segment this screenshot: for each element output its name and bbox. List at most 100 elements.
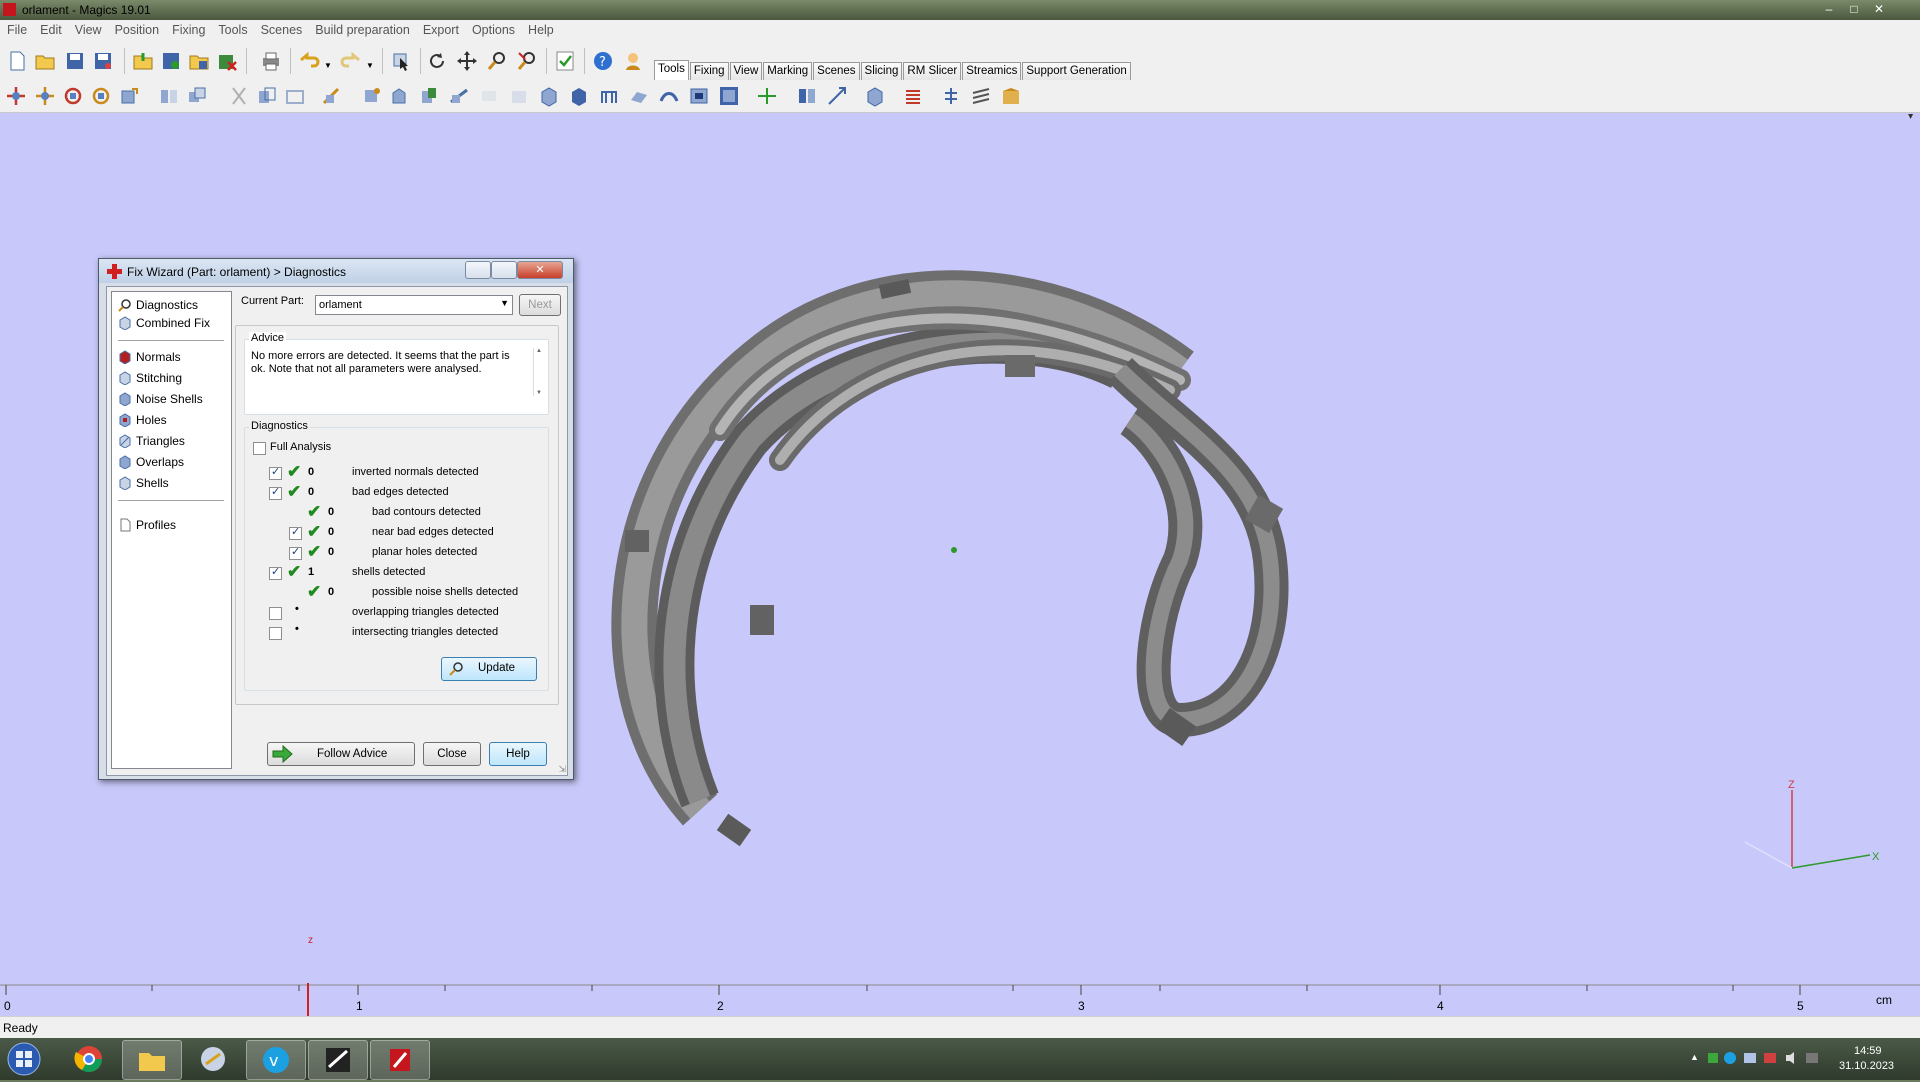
zoom-window-icon[interactable] <box>516 50 538 72</box>
taskbar-app-4[interactable] <box>184 1040 242 1078</box>
smooth-icon[interactable] <box>508 85 530 107</box>
box-icon[interactable] <box>538 85 560 107</box>
menu-edit[interactable]: Edit <box>33 20 68 37</box>
menu-help[interactable]: Help <box>521 20 560 37</box>
taskbar-explorer[interactable] <box>122 1040 182 1080</box>
full-analysis-checkbox[interactable] <box>253 442 266 455</box>
menu-tools[interactable]: Tools <box>211 20 253 37</box>
overlapping-triangles-checkbox[interactable] <box>269 607 282 620</box>
translate-tool-icon[interactable] <box>5 85 27 107</box>
rotate-view-icon[interactable] <box>426 50 448 72</box>
export-platform-icon[interactable] <box>864 85 886 107</box>
nav-shells[interactable]: Shells <box>118 476 169 494</box>
export-part-icon[interactable] <box>188 50 210 72</box>
rotate-part-icon[interactable] <box>62 85 84 107</box>
update-button[interactable]: Update <box>441 657 537 681</box>
translate-to-default-icon[interactable] <box>34 85 56 107</box>
tab-slicing[interactable]: Slicing <box>860 62 903 82</box>
import-part-icon[interactable] <box>132 50 154 72</box>
rotate-interactive-icon[interactable] <box>90 85 112 107</box>
frame-view-icon[interactable] <box>718 85 740 107</box>
nav-combined-fix[interactable]: Combined Fix <box>118 316 210 334</box>
resize-grip-icon[interactable]: ⇲ <box>558 764 566 775</box>
save-part-icon[interactable] <box>160 50 182 72</box>
unload-part-icon[interactable] <box>216 50 238 72</box>
follow-advice-button[interactable]: Follow Advice <box>267 742 415 766</box>
nav-stitching[interactable]: Stitching <box>118 371 182 389</box>
tab-view[interactable]: View <box>729 62 763 82</box>
close-dialog-button[interactable]: Close <box>423 742 481 766</box>
inverted-normals-checkbox[interactable] <box>269 465 282 480</box>
tab-rm-slicer[interactable]: RM Slicer <box>903 62 962 82</box>
menu-file[interactable]: File <box>0 20 33 37</box>
dialog-close-button[interactable]: ✕ <box>517 261 563 279</box>
pan-view-icon[interactable] <box>456 50 478 72</box>
intersecting-triangles-checkbox[interactable] <box>269 627 282 640</box>
maximize-button[interactable]: □ <box>1845 2 1863 16</box>
menu-position[interactable]: Position <box>108 20 165 37</box>
save-as-icon[interactable] <box>92 50 114 72</box>
offset-part-icon[interactable] <box>360 85 382 107</box>
section-icon[interactable] <box>448 85 470 107</box>
planar-holes-checkbox[interactable] <box>289 545 302 560</box>
nav-profiles[interactable]: Profiles <box>118 518 176 536</box>
boolean-icon[interactable] <box>256 85 278 107</box>
hatching-icon[interactable] <box>970 85 992 107</box>
extrude-icon[interactable] <box>388 85 410 107</box>
menu-options[interactable]: Options <box>465 20 521 37</box>
minimize-button[interactable]: – <box>1820 2 1838 16</box>
measure-icon[interactable] <box>320 85 342 107</box>
label-icon[interactable] <box>478 85 500 107</box>
menu-fixing[interactable]: Fixing <box>165 20 211 37</box>
open-folder-icon[interactable] <box>34 50 56 72</box>
tab-fixing[interactable]: Fixing <box>689 62 729 82</box>
duplicate-icon[interactable] <box>186 85 208 107</box>
surface-icon[interactable] <box>628 85 650 107</box>
close-button[interactable]: ✕ <box>1870 2 1888 16</box>
taskbar-app-5[interactable]: v <box>246 1040 306 1080</box>
tray-expand-icon[interactable]: ▲ <box>1690 1052 1699 1062</box>
context-help-icon[interactable] <box>622 50 644 72</box>
print-icon[interactable] <box>260 50 282 72</box>
start-button-icon[interactable] <box>6 1041 42 1077</box>
current-part-dropdown[interactable]: orlament ▼ <box>315 295 513 315</box>
tray-icons[interactable] <box>1706 1050 1826 1066</box>
nav-noise-shells[interactable]: Noise Shells <box>118 392 203 410</box>
undo-icon[interactable] <box>298 50 320 72</box>
scale-parts-icon[interactable] <box>826 85 848 107</box>
tab-streamics[interactable]: Streamics <box>962 62 1022 82</box>
help-button[interactable]: Help <box>489 742 547 766</box>
shells-checkbox[interactable] <box>269 565 282 580</box>
slice-icon[interactable] <box>902 85 924 107</box>
shell-icon[interactable] <box>418 85 440 107</box>
package-icon[interactable] <box>1000 85 1022 107</box>
dialog-maximize-button[interactable] <box>491 261 517 279</box>
menu-export[interactable]: Export <box>416 20 465 37</box>
nav-diagnostics[interactable]: Diagnostics <box>118 298 198 316</box>
nav-normals[interactable]: Normals <box>118 350 181 368</box>
panel-collapse-icon[interactable]: ▸ <box>1905 114 1916 119</box>
help-icon[interactable]: ? <box>592 50 614 72</box>
view-part-icon[interactable] <box>688 85 710 107</box>
menu-view[interactable]: View <box>68 20 108 37</box>
nav-holes[interactable]: Holes <box>118 413 167 431</box>
tab-scenes[interactable]: Scenes <box>813 62 860 82</box>
menu-build-preparation[interactable]: Build preparation <box>308 20 416 37</box>
cube-icon[interactable] <box>568 85 590 107</box>
nav-triangles[interactable]: Triangles <box>118 434 185 452</box>
tab-marking[interactable]: Marking <box>763 62 813 82</box>
zoom-icon[interactable] <box>486 50 508 72</box>
next-button[interactable]: Next <box>519 294 561 316</box>
bad-edges-checkbox[interactable] <box>269 485 282 500</box>
dialog-minimize-button[interactable] <box>465 261 491 279</box>
support-icon[interactable] <box>940 85 962 107</box>
cut-icon[interactable] <box>228 85 250 107</box>
select-part-icon[interactable] <box>390 50 412 72</box>
mirror-icon[interactable] <box>158 85 180 107</box>
redo-icon[interactable] <box>340 50 362 72</box>
nav-overlaps[interactable]: Overlaps <box>118 455 184 473</box>
near-bad-edges-checkbox[interactable] <box>289 525 302 540</box>
menu-scenes[interactable]: Scenes <box>254 20 309 37</box>
dialog-titlebar[interactable]: Fix Wizard (Part: orlament) > Diagnostic… <box>99 259 573 283</box>
taskbar-app-6[interactable] <box>308 1040 368 1080</box>
